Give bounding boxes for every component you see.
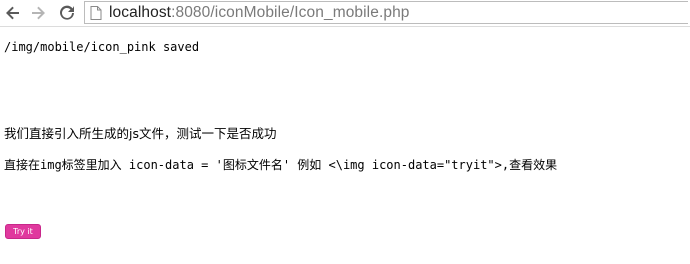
url-path: :8080/iconMobile/Icon_mobile.php bbox=[171, 3, 410, 21]
back-button[interactable] bbox=[2, 2, 24, 24]
forward-button[interactable] bbox=[27, 2, 49, 24]
url-text: localhost:8080/iconMobile/Icon_mobile.ph… bbox=[109, 4, 410, 22]
reload-button[interactable] bbox=[56, 2, 78, 24]
arrow-right-icon bbox=[32, 6, 45, 20]
url-host: localhost bbox=[109, 3, 172, 21]
try-it-button[interactable]: Try it bbox=[5, 224, 41, 239]
page-icon bbox=[90, 5, 102, 20]
intro-text: 我们直接引入所生成的js文件，测试一下是否成功 bbox=[4, 126, 277, 141]
address-bar[interactable]: localhost:8080/iconMobile/Icon_mobile.ph… bbox=[84, 1, 688, 24]
arrow-left-icon bbox=[6, 6, 19, 20]
reload-icon bbox=[60, 5, 74, 20]
browser-toolbar: localhost:8080/iconMobile/Icon_mobile.ph… bbox=[0, 0, 690, 27]
saved-message: /img/mobile/icon_pink saved bbox=[4, 40, 200, 54]
usage-instructions: 直接在img标签里加入 icon-data = '图标文件名' 例如 <\img… bbox=[4, 158, 558, 172]
page-content: /img/mobile/icon_pink saved 我们直接引入所生成的js… bbox=[0, 27, 690, 264]
